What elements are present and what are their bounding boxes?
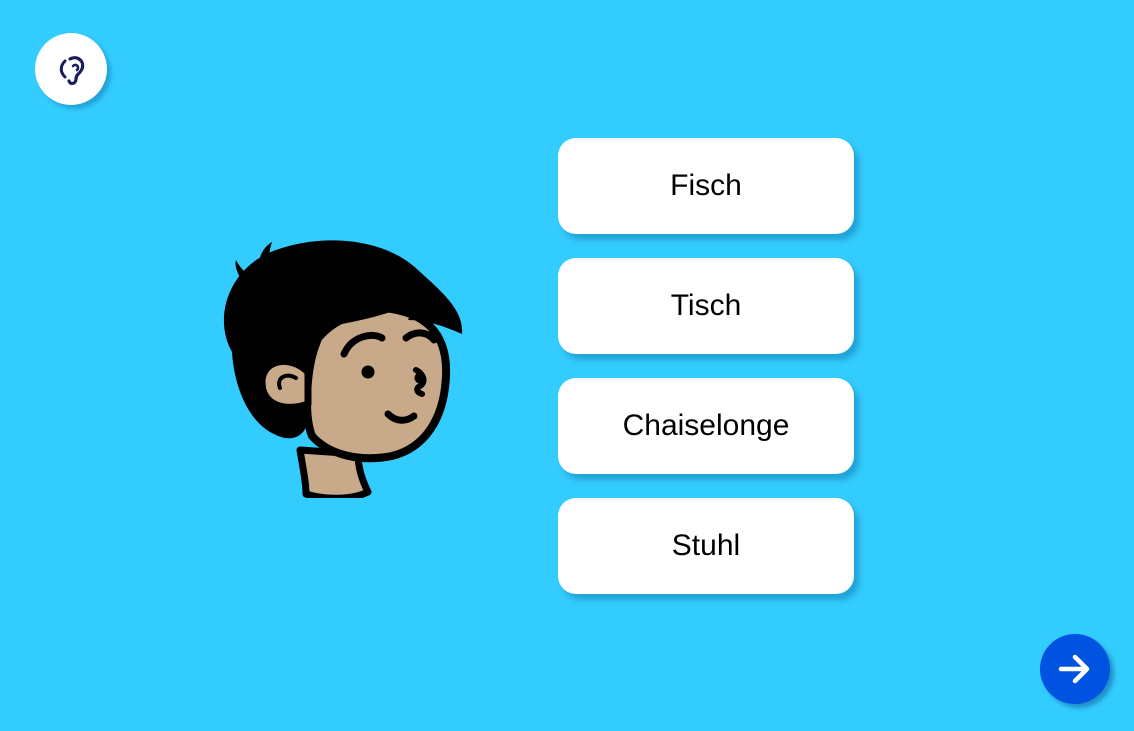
- next-button[interactable]: [1040, 634, 1110, 704]
- option-button[interactable]: Stuhl: [558, 498, 854, 594]
- boy-face-illustration: [223, 240, 463, 498]
- option-button[interactable]: Tisch: [558, 258, 854, 354]
- arrow-right-icon: [1058, 654, 1090, 684]
- answer-options: Fisch Tisch Chaiselonge Stuhl: [558, 138, 854, 618]
- ear-icon: [59, 56, 85, 86]
- option-button[interactable]: Fisch: [558, 138, 854, 234]
- option-button[interactable]: Chaiselonge: [558, 378, 854, 474]
- audio-button[interactable]: [35, 33, 107, 105]
